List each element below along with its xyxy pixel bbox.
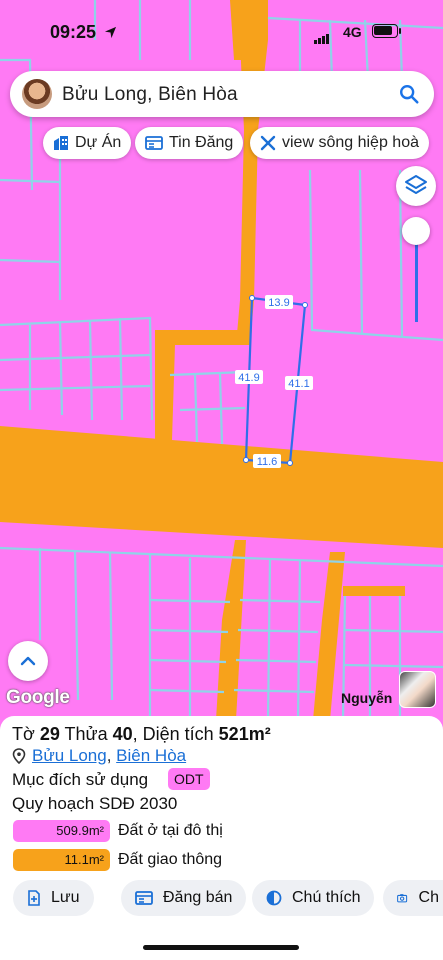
action-label: Chú thích [292,889,361,906]
battery-icon [372,24,398,38]
chip-label: view sông hiệp hoà [282,134,419,151]
building-icon [54,136,68,150]
dim-right-label: 41.1 [288,378,309,390]
legend-label: Đất giao thông [118,851,223,868]
purpose-code-badge: ODT [168,768,210,790]
camera-icon [397,894,408,903]
city-link[interactable]: Biên Hòa [116,746,186,766]
search-icon[interactable] [398,83,420,105]
chip-tin-dang[interactable]: Tin Đăng [135,127,244,159]
legend-button[interactable]: Chú thích [252,880,375,916]
listing-icon [145,136,163,150]
dim-bottom-label: 11.6 [257,456,278,468]
google-logo: Google [6,687,70,708]
location-pin-icon [12,748,26,764]
expand-button[interactable] [8,641,48,681]
action-label: Ch [418,889,439,906]
chip-label: Tin Đăng [169,134,234,151]
action-label: Đăng bán [163,889,233,906]
legend-label: Đất ở tại đô thị [118,822,223,839]
dim-left-label: 41.9 [238,372,259,384]
status-bar: 09:25 4G [0,0,443,60]
legend-row-residential: 509.9m² Đất ở tại đô thị [13,820,223,842]
opacity-slider-track[interactable] [415,240,418,322]
dim-top-label: 13.9 [268,297,289,309]
search-bar[interactable]: Bửu Long, Biên Hòa [10,71,434,117]
layers-button[interactable] [396,166,436,206]
parcel-location: Bửu Long, Biên Hòa [12,746,186,766]
legend-value: 509.9m² [13,820,110,842]
save-icon [28,890,40,906]
action-label: Lưu [51,889,80,906]
home-indicator[interactable] [143,945,299,950]
post-for-sale-button[interactable]: Đăng bán [121,880,247,916]
purpose-label: Mục đích sử dụng [12,770,149,789]
save-button[interactable]: Lưu [13,880,94,916]
search-input[interactable]: Bửu Long, Biên Hòa [62,84,238,106]
agent-name[interactable]: Nguyễn [341,690,392,706]
parcel-info-sheet: Tờ 29 Thửa 40, Diện tích 521m² Bửu Long,… [0,716,443,960]
location-arrow-icon [104,26,117,39]
legend-row-traffic: 11.1m² Đất giao thông [13,849,222,871]
parcel-title: Tờ 29 Thửa 40, Diện tích 521m² [12,724,271,744]
agent-avatar[interactable] [399,671,436,708]
plan-label: Quy hoạch SDĐ 2030 [12,794,178,813]
opacity-slider-knob[interactable] [402,217,430,245]
chip-du-an[interactable]: Dự Án [43,127,132,159]
post-icon [135,891,153,905]
tools-icon [260,135,276,151]
ward-link[interactable]: Bửu Long [32,746,107,766]
avatar[interactable] [22,79,52,109]
layers-icon [405,175,427,194]
camera-button[interactable]: Ch [383,880,443,916]
signal-icon [314,26,330,44]
chevron-up-icon [20,656,36,666]
chip-view-song-hiep-hoa[interactable]: view sông hiệp hoà [250,127,429,159]
legend-value: 11.1m² [13,849,110,871]
network-type: 4G [343,24,362,40]
chip-label: Dự Án [75,134,122,151]
legend-icon [266,890,282,906]
clock: 09:25 [50,22,117,43]
